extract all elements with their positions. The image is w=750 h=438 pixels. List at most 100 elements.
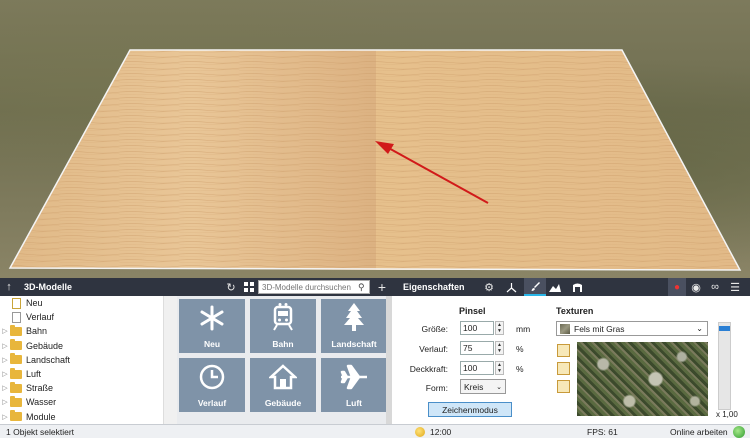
search-icon[interactable]: ⚲ [358, 282, 365, 293]
tile-label: Neu [203, 339, 221, 349]
texture-remove-icon[interactable] [557, 380, 570, 393]
chevron-down-icon: ⌄ [496, 383, 502, 391]
folder-icon [10, 395, 22, 407]
shape-select[interactable]: Kreis ⌄ [460, 379, 506, 394]
tile-label: Landschaft [331, 339, 377, 349]
slider-thumb[interactable] [719, 326, 730, 331]
link-icon[interactable]: ∞ [706, 278, 724, 296]
tile-luft[interactable]: Luft [321, 358, 387, 412]
file-icon [12, 297, 21, 309]
brush-icon[interactable] [524, 278, 546, 296]
tree-icon [342, 303, 366, 339]
online-status[interactable]: Online arbeiten [670, 427, 728, 437]
train-icon [271, 303, 295, 339]
tile-gebäude[interactable]: Gebäude [250, 358, 316, 412]
arrow-up-icon[interactable]: ↑ [0, 278, 18, 296]
gear-icon[interactable]: ⚙ [480, 278, 498, 296]
time-display[interactable]: 12:00 [430, 427, 451, 437]
texture-preview [577, 342, 708, 416]
clock-icon [199, 364, 225, 398]
tree-item[interactable]: ▷ Straße [0, 381, 163, 395]
folder-icon [10, 381, 22, 393]
axes-icon[interactable] [502, 278, 520, 296]
tree-item-label: Neu [26, 298, 43, 309]
toolbar: ↑ 3D-Modelle ↻ ⚲ + Eigenschaften ⚙ ● ◉ ∞… [0, 278, 750, 296]
size-stepper[interactable]: ▲ ▼ [495, 321, 504, 335]
add-icon[interactable]: + [373, 278, 391, 296]
chevron-right-icon[interactable]: ▷ [0, 370, 10, 378]
tree-item-label: Verlauf [26, 312, 55, 323]
category-tiles: Neu Bahn Landschaft Verlauf Gebäude Luft [177, 296, 387, 424]
chevron-right-icon[interactable]: ▷ [0, 356, 10, 364]
grid-icon[interactable] [240, 278, 258, 296]
folder-icon [10, 410, 22, 422]
tree-item[interactable]: Neu [0, 296, 163, 310]
file-icon [12, 311, 21, 323]
textures-panel: Texturen Fels mit Gras ⌄ x 1,00 [548, 296, 750, 424]
gradient-unit: % [516, 344, 524, 354]
shape-label: Form: [425, 383, 448, 393]
search-input[interactable] [262, 282, 358, 292]
chevron-down-icon: ⌄ [696, 324, 703, 333]
texture-selected: Fels mit Gras [574, 323, 625, 334]
tile-bahn[interactable]: Bahn [250, 299, 316, 353]
opacity-unit: % [516, 364, 524, 374]
sun-icon [415, 427, 425, 437]
online-indicator-icon [733, 426, 745, 438]
models-title: 3D-Modelle [24, 282, 73, 292]
chevron-right-icon[interactable]: ▷ [0, 398, 10, 406]
tile-label: Verlauf [197, 398, 227, 408]
textures-title: Texturen [556, 306, 594, 316]
eye-icon[interactable]: ◉ [687, 278, 705, 296]
model-tree: Neu Verlauf ▷ Bahn ▷ Gebäude ▷ Landschaft ▷ Luft ▷… [0, 296, 163, 424]
tree-item[interactable]: ▷ Module [0, 410, 163, 424]
opacity-stepper[interactable]: ▲ ▼ [495, 361, 504, 375]
folder-icon [10, 367, 22, 379]
gate-icon[interactable] [568, 278, 586, 296]
brush-panel: Pinsel Größe: 100 ▲ ▼ mm Verlauf: 75 ▲ ▼ %… [392, 296, 548, 424]
texture-paint-icon[interactable] [557, 362, 570, 375]
terrain-icon[interactable] [546, 278, 564, 296]
shape-value: Kreis [464, 381, 484, 392]
tree-item[interactable]: ▷ Bahn [0, 324, 163, 338]
tree-item[interactable]: ▷ Gebäude [0, 339, 163, 353]
tree-item[interactable]: Verlauf [0, 310, 163, 324]
scene [8, 49, 742, 271]
refresh-icon[interactable]: ↻ [222, 278, 240, 296]
tile-label: Bahn [272, 339, 294, 349]
brush-title: Pinsel [459, 306, 486, 316]
chevron-right-icon[interactable]: ▷ [0, 413, 10, 421]
tile-verlauf[interactable]: Verlauf [179, 358, 245, 412]
texture-edit-icon[interactable] [557, 344, 570, 357]
size-input[interactable]: 100 [460, 321, 494, 335]
properties-title: Eigenschaften [403, 282, 465, 292]
tree-item[interactable]: ▷ Wasser [0, 395, 163, 409]
tree-item-label: Module [26, 411, 56, 422]
3d-viewport[interactable] [0, 0, 750, 278]
status-bar: 1 Objekt selektiert 12:00 FPS: 61 Online… [0, 424, 750, 438]
pin-icon[interactable]: ● [668, 278, 686, 296]
texture-scale-slider[interactable] [718, 322, 731, 410]
tree-item-label: Straße [26, 383, 54, 394]
tile-landschaft[interactable]: Landschaft [321, 299, 387, 353]
tile-label: Gebäude [264, 398, 302, 408]
tree-item[interactable]: ▷ Luft [0, 367, 163, 381]
tree-item-label: Wasser [26, 397, 57, 408]
model-search[interactable]: ⚲ [258, 280, 370, 294]
chevron-right-icon[interactable]: ▷ [0, 384, 10, 392]
folder-icon [10, 353, 22, 365]
draw-mode-button[interactable]: Zeichenmodus [428, 402, 512, 417]
selection-status: 1 Objekt selektiert [6, 426, 75, 437]
tree-scrollbar[interactable] [163, 296, 177, 424]
gradient-stepper[interactable]: ▲ ▼ [495, 341, 504, 355]
chevron-right-icon[interactable]: ▷ [0, 327, 10, 335]
airplane-icon [339, 364, 369, 398]
tile-neu[interactable]: Neu [179, 299, 245, 353]
gradient-input[interactable]: 75 [460, 341, 494, 355]
folder-icon [10, 324, 22, 336]
menu-icon[interactable]: ☰ [726, 278, 744, 296]
texture-select[interactable]: Fels mit Gras ⌄ [556, 321, 708, 336]
opacity-input[interactable]: 100 [460, 361, 494, 375]
chevron-right-icon[interactable]: ▷ [0, 342, 10, 350]
tree-item[interactable]: ▷ Landschaft [0, 353, 163, 367]
